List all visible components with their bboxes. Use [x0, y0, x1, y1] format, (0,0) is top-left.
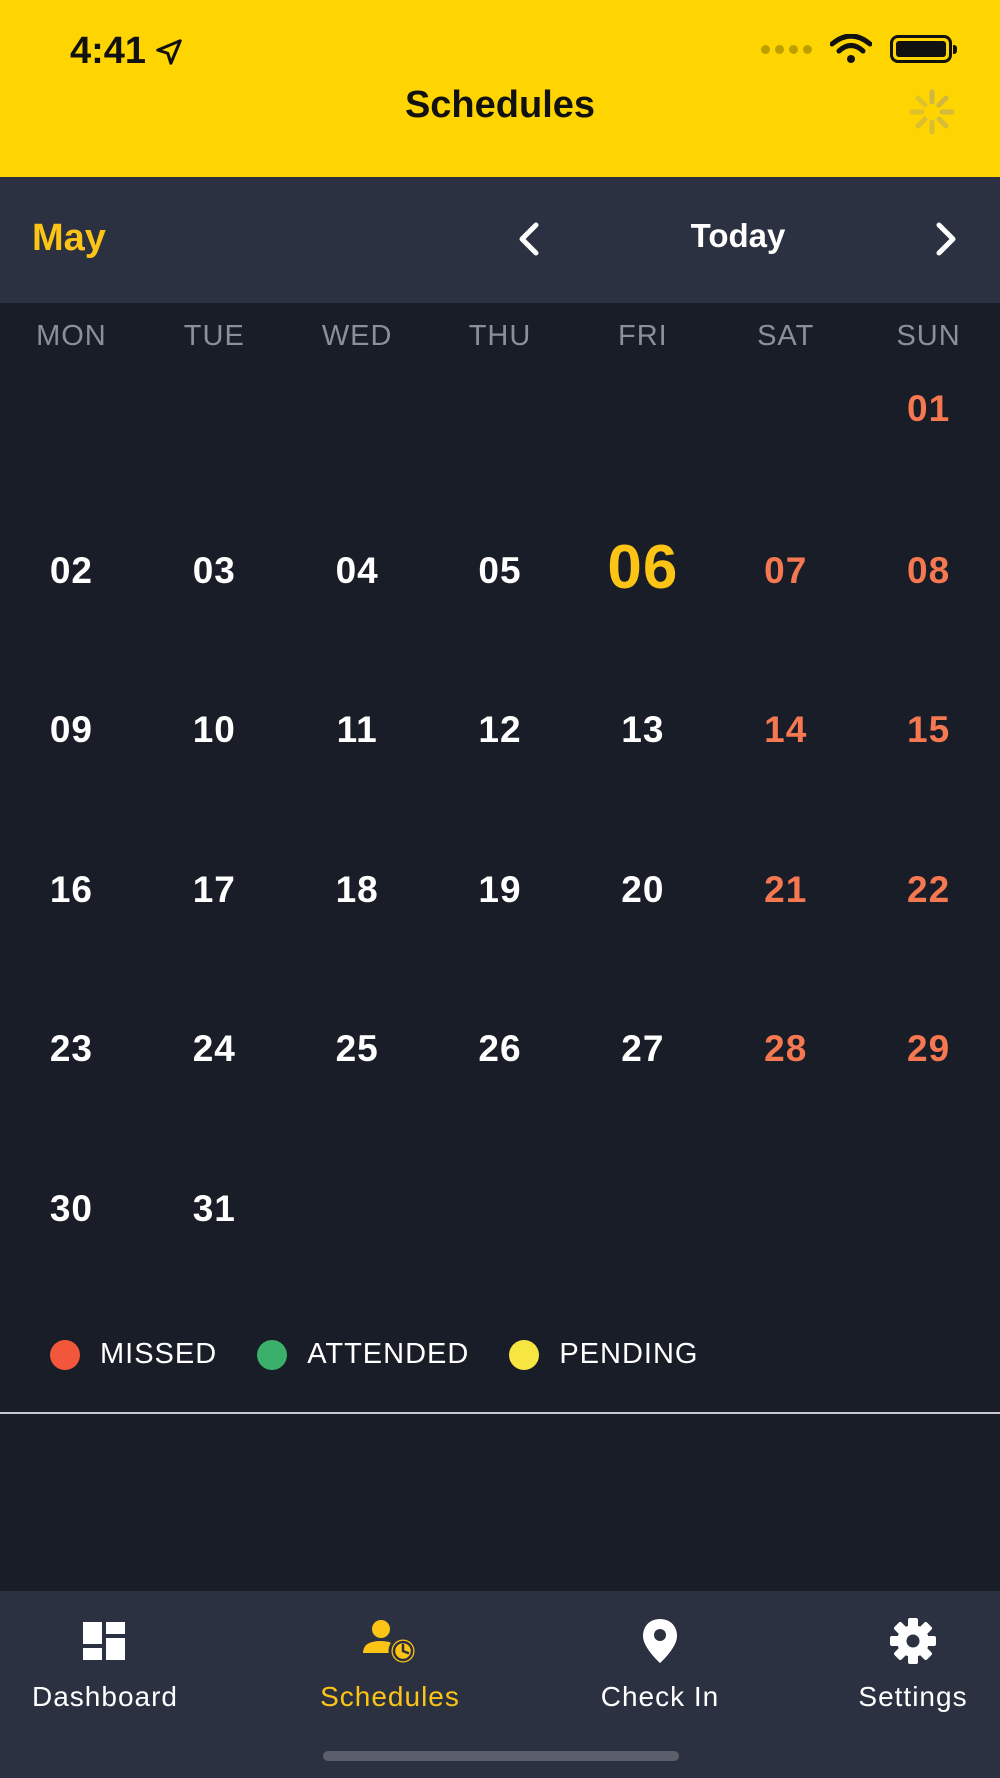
status-time-text: 4:41	[70, 30, 147, 72]
calendar-day[interactable]: 20	[571, 849, 714, 1009]
weekday-label: TUE	[183, 320, 245, 352]
gear-icon	[890, 1618, 936, 1664]
calendar-day-empty	[571, 1168, 714, 1328]
calendar-day[interactable]: 19	[429, 849, 572, 1009]
calendar-day-empty	[857, 1168, 1000, 1328]
calendar-day-empty	[286, 1168, 429, 1328]
calendar-day[interactable]: 14	[714, 689, 857, 849]
status-legend: MISSED ATTENDED PENDING	[50, 1338, 738, 1371]
tab-label: Check In	[600, 1681, 720, 1712]
attended-dot-icon	[257, 1339, 288, 1370]
calendar-day[interactable]: 22	[857, 849, 1000, 1009]
legend-item-missed: MISSED	[50, 1338, 217, 1371]
calendar-day[interactable]: 25	[286, 1008, 429, 1168]
calendar-week-row: 01	[0, 370, 1000, 530]
calendar-grid: 01 02 03 04 05 06 07 08 09 10 11 12 13 1…	[0, 370, 1000, 1327]
calendar-day[interactable]: 02	[0, 530, 143, 690]
calendar-day[interactable]: 29	[857, 1008, 1000, 1168]
calendar-day[interactable]: 05	[429, 530, 572, 690]
calendar-week-row: 30 31	[0, 1168, 1000, 1328]
pending-dot-icon	[509, 1339, 540, 1370]
calendar-day-empty	[429, 370, 572, 530]
weekday-label: WED	[321, 320, 393, 352]
calendar-day-empty	[571, 370, 714, 530]
wifi-icon	[830, 34, 872, 63]
calendar-day[interactable]: 11	[286, 689, 429, 849]
month-label: May	[32, 217, 106, 259]
chevron-right-icon	[936, 222, 956, 256]
weekday-header-row: MON TUE WED THU FRI SAT SUN	[0, 320, 1000, 353]
calendar-day[interactable]: 03	[143, 530, 286, 690]
legend-label: MISSED	[100, 1338, 218, 1370]
calendar-day[interactable]: 21	[714, 849, 857, 1009]
loading-spinner-icon	[909, 89, 955, 135]
calendar-day[interactable]: 15	[857, 689, 1000, 849]
calendar-day[interactable]: 26	[429, 1008, 572, 1168]
calendar-day[interactable]: 04	[286, 530, 429, 690]
calendar-day-empty	[0, 370, 143, 530]
calendar-week-row: 02 03 04 05 06 07 08	[0, 530, 1000, 690]
calendar-week-row: 09 10 11 12 13 14 15	[0, 689, 1000, 849]
page-title: Schedules	[404, 84, 596, 126]
calendar-week-row: 16 17 18 19 20 21 22	[0, 849, 1000, 1009]
tab-schedules[interactable]: Schedules	[305, 1613, 475, 1713]
weekday-label: FRI	[618, 320, 668, 352]
calendar-day-empty	[429, 1168, 572, 1328]
battery-icon	[890, 35, 957, 63]
weekday-label: MON	[36, 320, 107, 352]
legend-label: ATTENDED	[307, 1338, 470, 1370]
calendar-day[interactable]: 28	[714, 1008, 857, 1168]
home-indicator	[323, 1751, 679, 1761]
tab-dashboard[interactable]: Dashboard	[20, 1613, 190, 1713]
calendar-day-empty	[714, 370, 857, 530]
tab-label: Settings	[858, 1681, 968, 1712]
calendar-day[interactable]: 31	[143, 1168, 286, 1328]
legend-label: PENDING	[559, 1338, 699, 1370]
status-time: 4:41	[70, 30, 184, 73]
calendar-week-row: 23 24 25 26 27 28 29	[0, 1008, 1000, 1168]
today-button[interactable]: Today	[660, 217, 816, 255]
month-navigation-bar: May Today	[0, 177, 1000, 303]
cellular-signal-icon	[761, 44, 812, 54]
tab-check-in[interactable]: Check In	[575, 1613, 745, 1713]
calendar-day[interactable]: 08	[857, 530, 1000, 690]
weekday-label: SAT	[757, 320, 815, 352]
calendar-day[interactable]: 01	[857, 370, 1000, 530]
tab-label: Schedules	[320, 1681, 460, 1712]
divider	[0, 1412, 1000, 1414]
previous-month-button[interactable]	[505, 213, 551, 265]
tab-settings[interactable]: Settings	[828, 1613, 998, 1713]
weekday-label: SUN	[896, 320, 961, 352]
calendar-day-today[interactable]: 06	[571, 532, 714, 692]
calendar-day[interactable]: 07	[714, 530, 857, 690]
calendar-day[interactable]: 27	[571, 1008, 714, 1168]
status-icons	[761, 34, 957, 64]
calendar-day[interactable]: 23	[0, 1008, 143, 1168]
app-header: 4:41 Schedules	[0, 0, 1000, 177]
user-clock-icon	[363, 1620, 418, 1665]
calendar-day[interactable]: 16	[0, 849, 143, 1009]
bottom-tab-bar: Dashboard Schedules Check In Settings	[0, 1591, 1000, 1778]
calendar-day[interactable]: 24	[143, 1008, 286, 1168]
calendar-day[interactable]: 09	[0, 689, 143, 849]
calendar-day[interactable]: 10	[143, 689, 286, 849]
location-arrow-icon	[156, 38, 182, 65]
calendar-day-empty	[714, 1168, 857, 1328]
calendar-day[interactable]: 17	[143, 849, 286, 1009]
tab-label: Dashboard	[32, 1681, 178, 1712]
legend-item-attended: ATTENDED	[257, 1338, 469, 1371]
calendar-day[interactable]: 18	[286, 849, 429, 1009]
next-month-button[interactable]	[924, 213, 970, 265]
missed-dot-icon	[50, 1339, 80, 1370]
dashboard-icon	[83, 1622, 125, 1660]
calendar-day[interactable]: 13	[571, 689, 714, 849]
location-pin-icon	[643, 1619, 677, 1663]
weekday-label: THU	[468, 320, 532, 352]
calendar-day[interactable]: 12	[429, 689, 572, 849]
calendar-day-empty	[143, 370, 286, 530]
legend-item-pending: PENDING	[509, 1338, 698, 1371]
chevron-left-icon	[519, 222, 539, 256]
calendar-day-empty	[286, 370, 429, 530]
calendar-day[interactable]: 30	[0, 1168, 143, 1328]
